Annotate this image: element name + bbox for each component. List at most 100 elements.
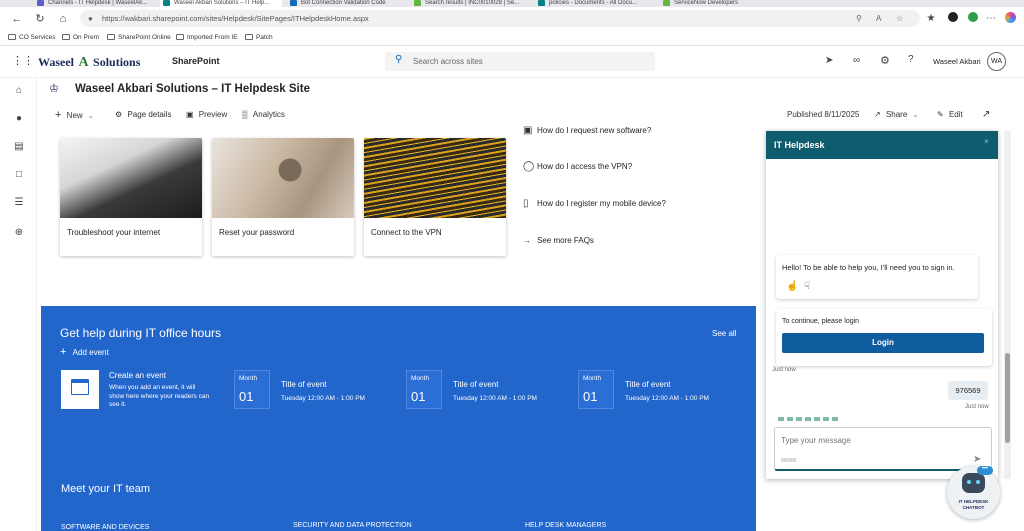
event-time: Tuesday 12:00 AM - 1:00 PM	[453, 395, 537, 402]
keys-photo	[212, 138, 354, 218]
settings-gear-icon[interactable]: ⚙	[880, 54, 890, 67]
event-date-tile[interactable]: Month 01	[406, 370, 442, 409]
copilot-icon[interactable]	[1003, 12, 1017, 26]
site-title[interactable]: Waseel Akbari Solutions – IT Helpdesk Si…	[75, 83, 310, 95]
logo-mark-icon: A	[78, 55, 89, 70]
user-name[interactable]: Waseel Akbari	[933, 57, 981, 66]
share-button[interactable]: ↗ Share ⌄	[874, 108, 918, 123]
page-command-bar: + New ⌄ ⚙ Page details ▣ Preview ▒ Analy…	[37, 103, 1007, 127]
home-icon[interactable]: ⌂	[56, 12, 70, 26]
lists-icon[interactable]: ☰	[12, 196, 26, 210]
page-details-button[interactable]: ⚙ Page details	[115, 108, 171, 122]
events-heading: Get help during IT office hours	[60, 326, 221, 340]
bookmark-imported-from-ie[interactable]: Imported From IE	[176, 33, 238, 43]
event-title[interactable]: Title of event	[281, 380, 327, 389]
badge-line2: CHATBOT	[962, 505, 985, 510]
globe-icon[interactable]: ●	[12, 112, 26, 126]
card-connect-vpn[interactable]: Connect to the VPN	[364, 138, 506, 256]
thumbs-up-icon[interactable]: ☝	[786, 281, 798, 292]
calendar-icon	[71, 379, 89, 395]
extension-icon[interactable]	[946, 12, 960, 26]
address-bar[interactable]: ● https://wakbari.sharepoint.com/sites/H…	[80, 10, 920, 27]
published-status: Published 8/11/2025	[787, 110, 860, 119]
site-logo-icon[interactable]: ♔	[49, 82, 65, 96]
bookmark-co-services[interactable]: CO Services	[8, 33, 55, 43]
favorites-icon[interactable]: ★	[924, 12, 938, 26]
url-text: https://wakbari.sharepoint.com/sites/Hel…	[102, 14, 369, 23]
event-title[interactable]: Title of event	[453, 380, 499, 389]
avatar[interactable]: WA	[987, 52, 1006, 71]
send-icon[interactable]: ➤	[973, 454, 981, 465]
sharepoint-app-name[interactable]: SharePoint	[172, 56, 220, 66]
event-date-tile[interactable]: Month 01	[234, 370, 270, 409]
events-section: Get help during IT office hours See all …	[41, 306, 756, 531]
edit-button[interactable]: ✎ Edit	[937, 108, 963, 122]
share-icon: ↗	[874, 110, 881, 119]
search-placeholder: Search across sites	[413, 57, 483, 66]
browser-tab-bot-validation[interactable]: Bot Connection Validation Code	[287, 0, 407, 7]
expand-icon[interactable]: ↗	[982, 108, 990, 122]
folder-icon	[107, 34, 115, 40]
close-icon[interactable]: ×	[984, 137, 989, 146]
card-reset-password[interactable]: Reset your password	[212, 138, 354, 256]
create-event-title: Create an event	[109, 371, 166, 380]
bookmark-on-prem[interactable]: On Prem	[62, 33, 99, 43]
sharepoint-icon	[163, 0, 170, 6]
browser-tab-sharepoint[interactable]: Waseel Akbari Solutions – IT Help...	[160, 0, 282, 7]
create-event-desc: When you add an event, it will show here…	[109, 384, 210, 408]
search-box[interactable]: ⚲ Search across sites	[385, 52, 655, 71]
bot-message-bubble: Hello! To be able to help you, I'll need…	[776, 255, 978, 299]
create-add-icon[interactable]: ⊕	[12, 226, 26, 240]
browser-tab-teams[interactable]: Channels - IT Helpdesk | WaseelAk...	[34, 0, 154, 7]
thumbs-down-icon[interactable]: ☟	[804, 281, 810, 292]
typing-indicator	[778, 417, 838, 421]
scrollbar-thumb[interactable]	[1005, 353, 1010, 443]
browser-tab-policies[interactable]: policies - Documents - All Docu...	[535, 0, 655, 7]
browser-tab-strip: Channels - IT Helpdesk | WaseelAk... Was…	[0, 0, 1024, 7]
profile-icon[interactable]	[966, 12, 980, 26]
news-icon[interactable]: ▤	[12, 140, 26, 154]
faq-item-mobile[interactable]: ▯ How do I register my mobile device?	[523, 198, 666, 210]
user-timestamp: Just now	[965, 404, 989, 410]
login-button[interactable]: Login	[782, 333, 984, 353]
event-date-tile[interactable]: Month 01	[578, 370, 614, 409]
new-button[interactable]: + New ⌄	[55, 108, 94, 124]
browser-tab-servicenow-search[interactable]: Search results | INC0010028 | Se...	[411, 0, 531, 7]
back-icon[interactable]: ←	[10, 12, 24, 26]
see-more-faqs-link[interactable]: → See more FAQs	[523, 235, 594, 247]
message-input[interactable]: Type your message 0/5000 ➤	[774, 427, 992, 471]
refresh-icon[interactable]: ↻	[33, 12, 47, 26]
char-count: 0/5000	[781, 458, 797, 464]
help-icon[interactable]: ?	[908, 54, 914, 65]
share-network-icon[interactable]: ∞	[853, 55, 860, 66]
app-launcher-icon[interactable]: ⋮⋮	[12, 55, 34, 67]
folder-icon	[62, 34, 70, 40]
add-event-button[interactable]: + Add event	[60, 346, 109, 358]
event-title[interactable]: Title of event	[625, 380, 671, 389]
site-header: ♔ Waseel Akbari Solutions – IT Helpdesk …	[37, 78, 1007, 103]
faq-item-vpn[interactable]: ◯ How do I access the VPN?	[523, 161, 632, 173]
bookmark-patch[interactable]: Patch	[245, 33, 273, 43]
zoom-icon[interactable]: ⚲	[856, 10, 862, 27]
browser-tab-servicenow-dev[interactable]: ServiceNow Developers	[660, 0, 780, 7]
bookmarks-bar: CO Services On Prem SharePoint Online Im…	[0, 31, 1024, 46]
card-troubleshoot-internet[interactable]: Troubleshoot your internet	[60, 138, 202, 256]
company-logo[interactable]: Waseel A Solutions	[38, 53, 140, 71]
faq-item-software[interactable]: ▣ How do I request new software?	[523, 125, 651, 137]
megaphone-icon[interactable]: ➤	[825, 55, 833, 66]
site-info-icon[interactable]: ●	[88, 10, 93, 27]
read-aloud-icon[interactable]: A	[876, 10, 881, 27]
chat-scrollbar[interactable]	[1004, 131, 1011, 479]
document-icon[interactable]: □	[12, 168, 26, 182]
bookmark-sharepoint-online[interactable]: SharePoint Online	[107, 33, 171, 43]
bot-message-text: Hello! To be able to help you, I'll need…	[782, 263, 955, 272]
favorite-star-icon[interactable]: ☆	[896, 10, 903, 27]
preview-button[interactable]: ▣ Preview	[186, 108, 227, 122]
home-icon[interactable]: ⌂	[12, 84, 26, 98]
see-all-link[interactable]: See all	[712, 329, 736, 338]
bot-timestamp: Just now	[772, 367, 796, 373]
analytics-button[interactable]: ▒ Analytics	[242, 108, 285, 122]
chatbot-launcher[interactable]: ••• IT HELPDESK CHATBOT	[947, 466, 1000, 519]
more-icon[interactable]: ⋯	[984, 12, 998, 26]
calendar-tile[interactable]	[61, 370, 99, 409]
